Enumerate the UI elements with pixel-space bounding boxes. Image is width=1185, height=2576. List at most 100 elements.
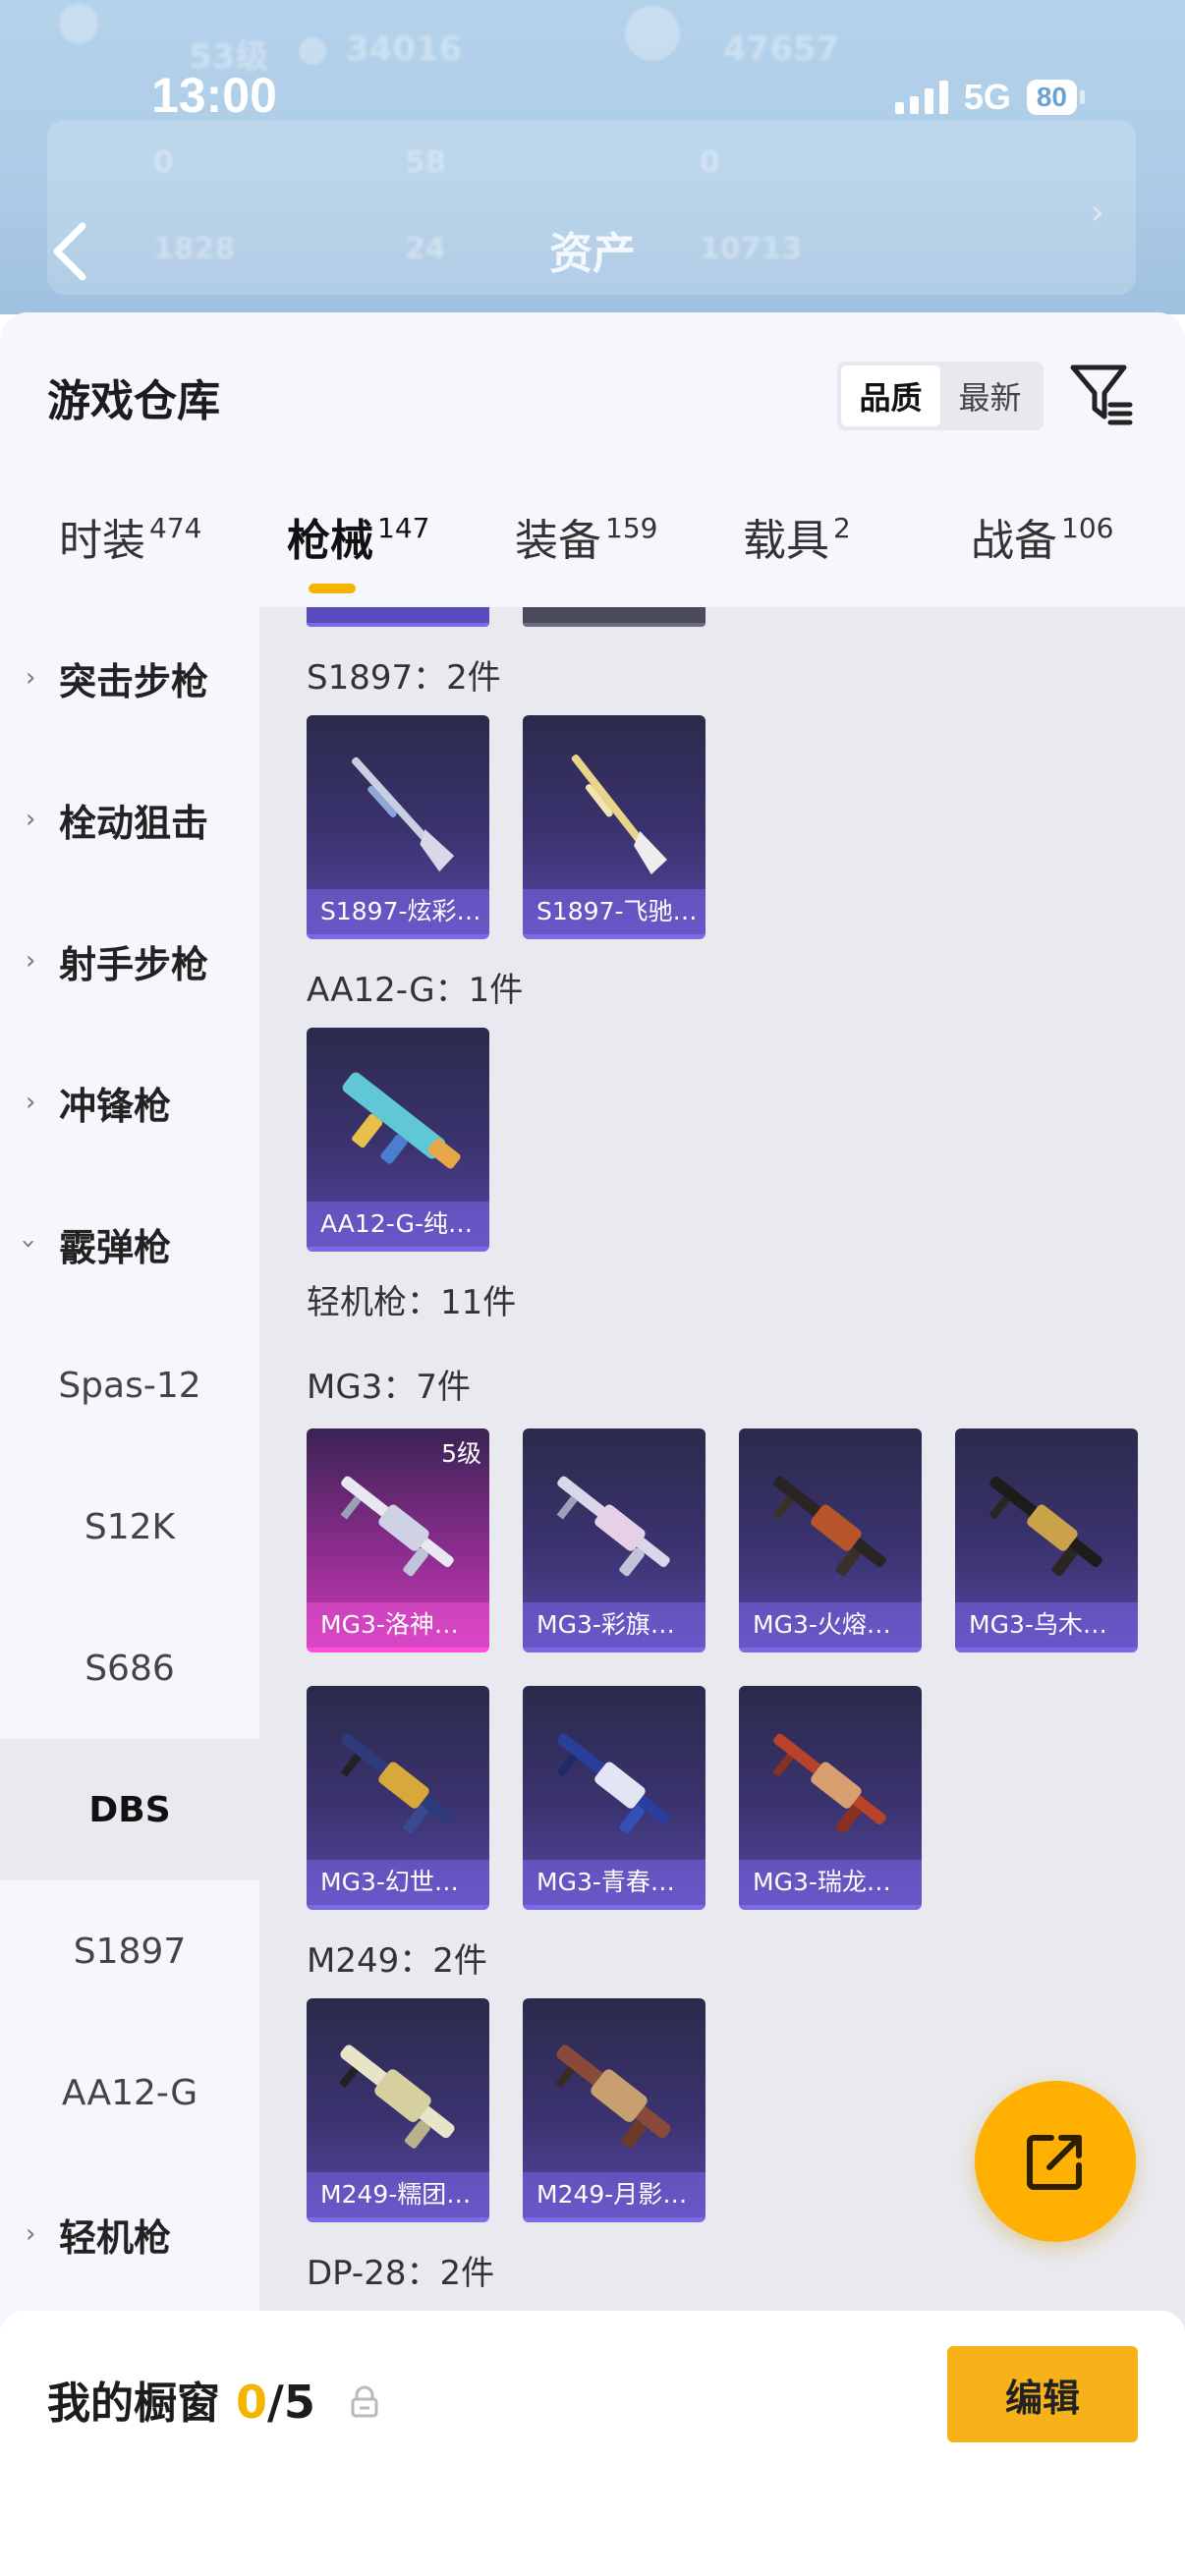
showcase-title-text: 我的橱窗 <box>47 2379 220 2429</box>
weapon-name: MG3-幻世… <box>307 1860 489 1905</box>
showcase-count: 0/5 <box>236 2376 315 2429</box>
weapon-type-sidebar: › 突击步枪 › 栓动狙击 › 射手步枪 › 冲锋枪 › 霰弹枪 Spas-12… <box>0 607 259 2576</box>
shotgun-icon <box>351 756 455 872</box>
sidebar-subitem-s686[interactable]: S686 <box>0 1597 259 1739</box>
tab-count: 2 <box>833 512 851 544</box>
sort-latest-button[interactable]: 最新 <box>940 365 1040 426</box>
weapon-card[interactable]: MG3-瑞龙… <box>739 1686 922 1910</box>
sidebar-subitem-label: S12K <box>84 1506 176 1547</box>
weapon-card[interactable]: M249-糯团… <box>307 1998 489 2222</box>
warehouse-sheet: 游戏仓库 品质 最新 时装 474 枪械 147 装备 159 载具 2 战备 106 <box>0 312 1185 2576</box>
bg-points-text: 47657 <box>723 29 840 69</box>
weapon-name: M249-月影… <box>523 2172 705 2217</box>
sort-quality-button[interactable]: 品质 <box>841 365 940 426</box>
sidebar-item-label: 冲锋枪 <box>59 1084 172 1128</box>
sidebar-item-marksman-rifle[interactable]: › 射手步枪 <box>0 890 259 1032</box>
tab-equipment[interactable]: 装备 159 <box>515 505 657 611</box>
showcase-total: /5 <box>267 2376 315 2429</box>
sidebar-subitem-dbs[interactable]: DBS <box>0 1739 259 1880</box>
weapon-name: MG3-乌木… <box>955 1602 1138 1648</box>
machine-gun-icon <box>988 1476 1102 1577</box>
sidebar-item-bolt-sniper[interactable]: › 栓动狙击 <box>0 749 259 890</box>
chevron-right-icon: › <box>26 663 36 693</box>
sidebar-subitem-label: AA12-G <box>61 2072 198 2113</box>
sidebar-subitem-s1897[interactable]: S1897 <box>0 1880 259 2022</box>
weapon-card[interactable]: AA12-G-纯… <box>307 1028 489 1252</box>
showcase-bar: 我的橱窗 0/5 编辑 <box>0 2311 1185 2576</box>
sidebar-item-label: 射手步枪 <box>59 942 209 986</box>
machine-gun-icon <box>556 1476 670 1577</box>
battery-icon: 80 <box>1026 80 1086 115</box>
sidebar-subitem-label: S1897 <box>73 1931 187 1972</box>
medal-icon <box>625 6 680 61</box>
weapon-card[interactable]: MG3-乌木… <box>955 1428 1138 1652</box>
tab-label: 时装 <box>59 516 145 566</box>
group-label: M249：2件 <box>307 1941 487 1981</box>
share-button[interactable] <box>975 2081 1136 2242</box>
tab-label: 载具 <box>743 516 829 566</box>
weapon-name: MG3-洛神… <box>307 1602 489 1648</box>
edit-button[interactable]: 编辑 <box>947 2346 1138 2442</box>
weapon-grid: S1897：2件 S1897-炫彩… S1897-飞驰… AA12-G：1件 A… <box>259 607 1185 2576</box>
weapon-name: MG3-火熔… <box>739 1602 922 1648</box>
active-tab-indicator <box>309 584 356 593</box>
sidebar-item-assault-rifle[interactable]: › 突击步枪 <box>0 607 259 749</box>
tab-vehicles[interactable]: 载具 2 <box>743 505 851 611</box>
weapon-name: MG3-青春… <box>523 1860 705 1905</box>
group-label: MG3：7件 <box>307 1368 471 1407</box>
sidebar-item-shotgun[interactable]: › 霰弹枪 <box>0 1173 259 1315</box>
sidebar-subitem-label: Spas-12 <box>58 1365 201 1406</box>
shotgun-icon <box>342 1072 461 1169</box>
tab-label: 战备 <box>971 516 1057 566</box>
bg-coin-text: 34016 <box>346 29 463 69</box>
weapon-card[interactable]: M249-月影… <box>523 1998 705 2222</box>
sidebar-item-label: 霰弹枪 <box>59 1225 172 1269</box>
machine-gun-icon <box>556 1733 670 1834</box>
group-label: AA12-G：1件 <box>307 971 524 1010</box>
page-title: 资产 <box>549 229 636 279</box>
sidebar-subitem-spas12[interactable]: Spas-12 <box>0 1315 259 1456</box>
machine-gun-icon <box>340 1733 454 1834</box>
sidebar-item-lmg[interactable]: › 轻机枪 <box>0 2163 259 2305</box>
sidebar-subitem-label: DBS <box>88 1789 171 1830</box>
filter-icon[interactable] <box>1067 360 1136 428</box>
weapon-card[interactable]: MG3-青春… <box>523 1686 705 1910</box>
weapon-card[interactable]: 5级 MG3-洛神… <box>307 1428 489 1652</box>
tab-fashion[interactable]: 时装 474 <box>59 505 201 611</box>
tab-count: 474 <box>149 512 202 544</box>
tab-label: 装备 <box>515 516 601 566</box>
shotgun-icon <box>571 754 667 875</box>
tab-count: 147 <box>377 512 430 544</box>
weapon-card[interactable]: S1897-炫彩… <box>307 715 489 939</box>
avatar-icon <box>59 4 98 43</box>
weapon-name: AA12-G-纯… <box>307 1202 489 1247</box>
weapon-name: MG3-瑞龙… <box>739 1860 922 1905</box>
chevron-right-icon: › <box>26 946 36 976</box>
bg-stat-1: 0 <box>153 145 174 180</box>
tab-label: 枪械 <box>287 516 373 566</box>
showcase-current: 0 <box>236 2376 268 2429</box>
weapon-card[interactable]: MG3-彩旗… <box>523 1428 705 1652</box>
coin-icon <box>299 37 326 65</box>
machine-gun-icon <box>772 1476 886 1577</box>
chevron-right-icon: › <box>26 1088 36 1117</box>
tab-count: 159 <box>605 512 658 544</box>
machine-gun-icon <box>339 2044 455 2149</box>
share-icon <box>1027 2135 1082 2190</box>
tab-battle-gear[interactable]: 战备 106 <box>971 505 1113 611</box>
tab-firearms[interactable]: 枪械 147 <box>287 505 429 611</box>
header-background: 53级 34016 47657 0 58 0 1828 24 10713 13:… <box>0 0 1185 314</box>
sidebar-subitem-aa12g[interactable]: AA12-G <box>0 2022 259 2163</box>
weapon-name: M249-糯团… <box>307 2172 489 2217</box>
sidebar-item-label: 栓动狙击 <box>59 801 209 845</box>
chevron-right-icon[interactable]: › <box>1091 193 1104 233</box>
sidebar-subitem-s12k[interactable]: S12K <box>0 1456 259 1597</box>
chevron-right-icon: › <box>26 2219 36 2249</box>
bg-stat-2: 58 <box>405 145 446 180</box>
sidebar-item-smg[interactable]: › 冲锋枪 <box>0 1032 259 1173</box>
weapon-card[interactable]: MG3-幻世… <box>307 1686 489 1910</box>
tab-count: 106 <box>1061 512 1114 544</box>
status-indicators: 5G 80 <box>894 77 1086 118</box>
weapon-card[interactable]: S1897-飞驰… <box>523 715 705 939</box>
weapon-card[interactable]: MG3-火熔… <box>739 1428 922 1652</box>
